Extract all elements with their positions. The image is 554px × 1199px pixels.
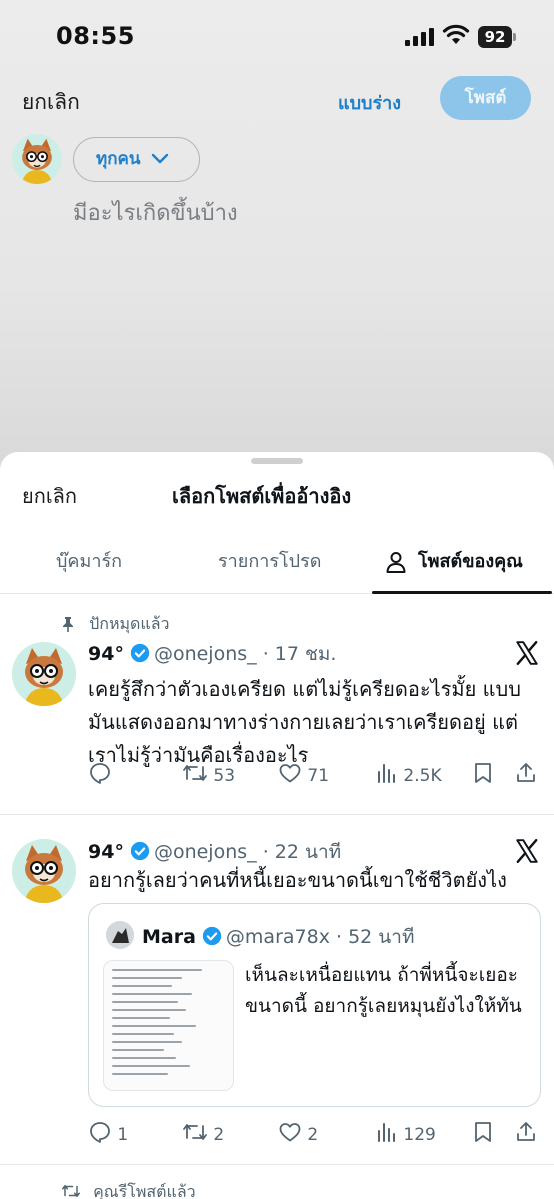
battery-icon: 92 bbox=[478, 26, 518, 48]
sheet-cancel-button[interactable]: ยกเลิก bbox=[22, 480, 77, 512]
quoted-time: · 52 นาที bbox=[336, 926, 415, 948]
avatar-cat-image bbox=[12, 642, 76, 706]
post-time: · 17 ชม. bbox=[262, 643, 337, 665]
handle: @onejons_ bbox=[153, 841, 257, 863]
verified-badge-icon bbox=[130, 841, 150, 861]
quoted-handle: @mara78x bbox=[225, 926, 330, 948]
battery-level: 92 bbox=[478, 26, 512, 48]
tab-likes[interactable]: รายการโปรด bbox=[218, 540, 321, 594]
active-tab-indicator bbox=[372, 591, 552, 594]
tab-bookmarks[interactable]: บุ๊คมาร์ก bbox=[56, 540, 122, 594]
reply-icon bbox=[90, 763, 110, 784]
tab-your-posts[interactable]: โพสต์ของคุณ bbox=[372, 540, 552, 594]
post-text: เคยรู้สึกว่าตัวเองเครียด แต่ไม่รู้เครียด… bbox=[88, 677, 521, 767]
quoted-text: เห็นละเหนื่อยแทน ถ้าพี่หนี้จะเยอะขนาดนี้… bbox=[245, 964, 522, 1017]
avatar[interactable] bbox=[12, 839, 76, 903]
audience-selector[interactable]: ทุกคน bbox=[73, 137, 200, 182]
bookmark-icon bbox=[475, 1122, 491, 1142]
pinned-label: ปักหมุดแล้ว bbox=[89, 614, 170, 633]
post-meta: 94° @onejons_ · 22 นาที bbox=[88, 837, 341, 867]
tab-bar: บุ๊คมาร์ก รายการโปรด โพสต์ของคุณ bbox=[0, 540, 554, 594]
views-button[interactable]: 129 bbox=[376, 1120, 436, 1146]
quoted-image-thumbnail[interactable] bbox=[103, 960, 234, 1091]
quoted-avatar bbox=[106, 921, 134, 949]
x-logo-icon bbox=[516, 838, 538, 864]
divider bbox=[0, 1164, 554, 1165]
repost-count: 53 bbox=[213, 766, 236, 786]
post-actions: 1 2 2 129 bbox=[88, 1120, 540, 1146]
chevron-down-icon bbox=[151, 153, 169, 164]
like-button[interactable]: 2 bbox=[278, 1120, 318, 1146]
status-bar: 08:55 92 bbox=[0, 0, 554, 74]
repost-icon bbox=[183, 765, 207, 781]
tab-your-posts-label: โพสต์ของคุณ bbox=[418, 551, 523, 572]
post-button[interactable]: โพสต์ bbox=[440, 76, 531, 120]
avatar[interactable] bbox=[12, 642, 76, 706]
bookmark-button[interactable] bbox=[472, 761, 494, 787]
share-button[interactable] bbox=[514, 1120, 538, 1146]
bookmark-button[interactable] bbox=[472, 1120, 494, 1146]
like-count: 2 bbox=[307, 1125, 319, 1145]
views-chart-icon bbox=[378, 1123, 395, 1142]
post-meta: 94° @onejons_ · 17 ชม. bbox=[88, 639, 336, 669]
person-icon bbox=[386, 552, 406, 573]
repost-icon bbox=[183, 1124, 207, 1140]
share-icon bbox=[517, 1122, 535, 1141]
avatar-cat-image bbox=[12, 134, 62, 184]
compose-screen: 08:55 92 ยกเลิก แบบร่าง โพสต์ ทุกคน มีอะ… bbox=[0, 0, 554, 470]
quoted-display-name: Mara bbox=[142, 926, 196, 948]
avatar-cat-image bbox=[12, 839, 76, 903]
post-time: · 22 นาที bbox=[262, 841, 342, 863]
handle: @onejons_ bbox=[153, 643, 257, 665]
repost-icon bbox=[62, 1185, 80, 1197]
reply-button[interactable] bbox=[88, 761, 112, 787]
pin-icon bbox=[63, 617, 73, 632]
quoted-post[interactable]: Mara@mara78x · 52 นาที เห็นละเหนื่อยแทน bbox=[88, 903, 541, 1107]
pinned-indicator: ปักหมุดแล้ว bbox=[60, 612, 170, 637]
post-actions: 53 71 2.5K bbox=[88, 761, 540, 787]
views-chart-icon bbox=[378, 764, 395, 783]
verified-badge-icon bbox=[130, 643, 150, 663]
x-logo-icon bbox=[516, 640, 538, 666]
views-count: 2.5K bbox=[403, 766, 442, 786]
cellular-signal-icon bbox=[405, 28, 434, 46]
reply-button[interactable]: 1 bbox=[88, 1120, 128, 1146]
reply-count: 1 bbox=[117, 1125, 129, 1145]
share-button[interactable] bbox=[514, 761, 538, 787]
post-text: อยากรู้เลยว่าคนที่หนี้เยอะขนาดนี้เขาใช้ช… bbox=[88, 868, 507, 892]
display-name: 94° bbox=[88, 643, 124, 665]
compose-input[interactable]: มีอะไรเกิดขึ้นบ้าง bbox=[73, 195, 238, 230]
like-count: 71 bbox=[307, 766, 330, 786]
reposted-label: คุณรีโพสต์แล้ว bbox=[93, 1182, 196, 1199]
repost-button[interactable]: 53 bbox=[182, 761, 235, 787]
display-name: 94° bbox=[88, 841, 124, 863]
share-icon bbox=[517, 763, 535, 782]
views-button[interactable]: 2.5K bbox=[376, 761, 442, 787]
drafts-button[interactable]: แบบร่าง bbox=[338, 88, 401, 117]
quoted-meta: Mara @mara78x · 52 นาที bbox=[142, 922, 414, 952]
reply-icon bbox=[90, 1122, 110, 1143]
avatar-image bbox=[106, 921, 134, 949]
sheet-grabber[interactable] bbox=[251, 458, 303, 464]
status-time: 08:55 bbox=[56, 22, 135, 50]
heart-icon bbox=[279, 1123, 301, 1142]
compose-cancel-button[interactable]: ยกเลิก bbox=[22, 86, 80, 119]
sheet-title: เลือกโพสต์เพื่ออ้างอิง bbox=[172, 484, 352, 508]
repost-button[interactable]: 2 bbox=[182, 1120, 224, 1146]
verified-badge-icon bbox=[202, 926, 222, 946]
wifi-icon bbox=[442, 24, 470, 44]
divider bbox=[0, 814, 554, 815]
audience-label: ทุกคน bbox=[96, 149, 141, 169]
heart-icon bbox=[279, 764, 301, 783]
bookmark-icon bbox=[475, 763, 491, 783]
views-count: 129 bbox=[403, 1125, 436, 1145]
reposted-indicator: คุณรีโพสต์แล้ว bbox=[60, 1180, 196, 1199]
repost-count: 2 bbox=[213, 1125, 225, 1145]
like-button[interactable]: 71 bbox=[278, 761, 329, 787]
quote-post-sheet: ยกเลิก เลือกโพสต์เพื่ออ้างอิง บุ๊คมาร์ก … bbox=[0, 452, 554, 1199]
avatar[interactable] bbox=[12, 134, 62, 184]
